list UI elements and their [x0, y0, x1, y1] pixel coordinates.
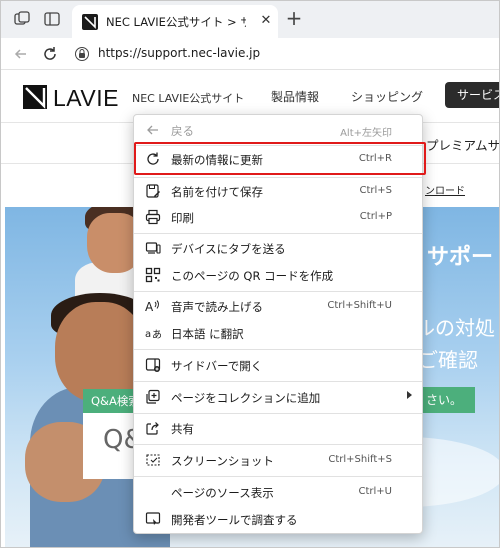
devtools-icon — [145, 512, 161, 525]
menu-divider — [134, 444, 422, 445]
menu-item-label: 日本語 に翻訳 — [171, 327, 244, 341]
menu-item-label: スクリーンショット — [171, 454, 274, 468]
nec-favicon-icon — [82, 14, 98, 30]
vertical-tabs-icon[interactable] — [43, 10, 61, 28]
menu-item-send-tab[interactable]: デバイスにタブを送る — [134, 235, 422, 261]
menu-item-label: デバイスにタブを送る — [171, 242, 286, 256]
menu-item-label: 音声で読み上げる — [171, 300, 263, 314]
menu-item-shortcut: Ctrl+Shift+U — [327, 300, 392, 311]
support-button[interactable]: サービス — [445, 82, 499, 108]
menu-item-shortcut: Ctrl+U — [358, 486, 393, 497]
collections-icon — [146, 389, 160, 404]
menu-item-screenshot[interactable]: スクリーンショット Ctrl+Shift+S — [134, 447, 422, 473]
menu-item-label: 開発者ツールで調査する — [171, 513, 298, 527]
menu-divider — [134, 349, 422, 350]
context-menu: 戻る Alt+左矢印 最新の情報に更新 Ctrl+R 名前を付けて保存 Ctrl… — [133, 114, 426, 534]
menu-item-inspect[interactable]: 開発者ツールで調査する — [134, 506, 422, 532]
menu-item-label: ページのソース表示 — [171, 486, 274, 500]
print-icon — [145, 209, 161, 225]
share-icon — [146, 422, 159, 435]
hero-photo-father-face — [55, 302, 145, 402]
menu-divider — [134, 291, 422, 292]
menu-item-read-aloud[interactable]: A 音声で読み上げる Ctrl+Shift+U — [134, 293, 422, 319]
menu-item-label: 印刷 — [171, 211, 194, 225]
menu-item-label: 共有 — [171, 422, 194, 436]
qr-code-icon — [145, 267, 161, 283]
refresh-highlight-box — [134, 142, 426, 175]
submenu-arrow-icon — [407, 391, 412, 399]
menu-item-label: このページの QR コードを作成 — [171, 269, 334, 283]
menu-item-translate[interactable]: aあ 日本語 に翻訳 — [134, 320, 422, 346]
hero-title: サポート — [427, 245, 499, 270]
screenshot-icon — [146, 454, 160, 466]
menu-divider — [134, 476, 422, 477]
tab-close-icon[interactable]: ✕ — [258, 13, 274, 29]
back-arrow-icon — [147, 125, 158, 135]
tab-title: NEC LAVIE公式サイト > サービス＆サポート — [106, 15, 246, 29]
browser-window: NEC LAVIE公式サイト > サービス＆サポート ✕ + https://s… — [0, 0, 500, 548]
sidebar-icon — [145, 358, 161, 372]
menu-item-print[interactable]: 印刷 Ctrl+P — [134, 204, 422, 230]
back-arrow-icon[interactable] — [11, 44, 31, 64]
lavie-mark-icon — [23, 85, 47, 109]
send-tab-icon — [145, 242, 161, 254]
svg-text:A: A — [145, 300, 154, 314]
translate-icon: aあ — [145, 329, 161, 341]
menu-item-collections[interactable]: ページをコレクションに追加 — [134, 384, 422, 410]
nav-shopping[interactable]: ショッピング — [351, 88, 423, 105]
menu-divider — [134, 413, 422, 414]
menu-divider — [134, 233, 422, 234]
tab-strip: NEC LAVIE公式サイト > サービス＆サポート ✕ + — [1, 1, 499, 38]
site-name[interactable]: NEC LAVIE公式サイト — [132, 90, 244, 106]
logo-text: LAVIE — [53, 85, 119, 111]
menu-item-shortcut: Ctrl+Shift+S — [328, 454, 392, 465]
menu-item-label: 名前を付けて保存 — [171, 185, 263, 199]
new-tab-button[interactable]: + — [284, 8, 304, 29]
save-as-icon — [146, 184, 160, 198]
tab-active[interactable]: NEC LAVIE公式サイト > サービス＆サポート ✕ — [72, 5, 278, 38]
nav-products[interactable]: 製品情報 — [271, 88, 319, 105]
svg-text:a: a — [145, 329, 151, 340]
premium-link[interactable]: プレミアムサ — [426, 135, 499, 154]
address-toolbar: https://support.nec-lavie.jp — [1, 38, 499, 70]
menu-item-back[interactable]: 戻る Alt+左矢印 — [134, 117, 422, 143]
menu-item-share[interactable]: 共有 — [134, 415, 422, 441]
read-aloud-icon: A — [145, 300, 159, 314]
menu-item-sidebar[interactable]: サイドバーで開く — [134, 352, 422, 378]
menu-item-qr-code[interactable]: このページの QR コードを作成 — [134, 262, 422, 288]
menu-item-shortcut: Alt+左矢印 — [340, 128, 392, 139]
address-bar[interactable]: https://support.nec-lavie.jp — [98, 46, 260, 60]
menu-divider — [134, 381, 422, 382]
menu-item-shortcut: Ctrl+S — [359, 185, 392, 196]
menu-item-label: 戻る — [171, 124, 194, 138]
refresh-icon[interactable] — [40, 44, 60, 64]
menu-item-shortcut: Ctrl+P — [359, 211, 392, 222]
menu-item-view-source[interactable]: ページのソース表示 Ctrl+U — [134, 479, 422, 505]
svg-text:あ: あ — [152, 329, 161, 341]
menu-item-label: ページをコレクションに追加 — [171, 391, 321, 405]
menu-item-label: サイドバーで開く — [171, 359, 263, 373]
workspaces-icon[interactable] — [13, 10, 31, 28]
site-info-icon[interactable] — [74, 46, 90, 62]
menu-item-save-as[interactable]: 名前を付けて保存 Ctrl+S — [134, 178, 422, 204]
hero-text-line1: ルの対処 — [415, 316, 495, 340]
download-link[interactable]: ンロード — [425, 182, 465, 197]
